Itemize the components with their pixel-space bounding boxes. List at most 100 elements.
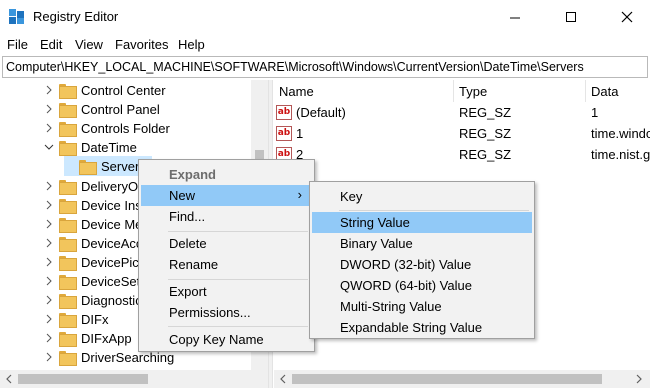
value-row[interactable]: ab 2 REG_SZ time.nist.gov xyxy=(274,145,650,165)
chevron-right-icon[interactable] xyxy=(44,238,54,248)
tree-item[interactable]: DeviceSet xyxy=(44,271,140,291)
folder-icon xyxy=(59,274,77,290)
tree-item[interactable]: Diagnostic xyxy=(44,290,142,310)
string-value-icon: ab xyxy=(276,105,292,120)
tree-item-label: DIFx xyxy=(81,311,109,327)
new-key[interactable]: Key xyxy=(312,186,532,207)
chevron-right-icon[interactable] xyxy=(44,85,54,95)
menu-bar: File Edit View Favorites Help xyxy=(0,34,650,54)
column-header-data[interactable]: Data xyxy=(586,80,650,102)
tree-item[interactable]: DevicePick xyxy=(44,252,145,272)
value-name: 1 xyxy=(296,126,304,141)
new-dword-value[interactable]: DWORD (32-bit) Value xyxy=(312,254,532,275)
scrollbar-thumb[interactable] xyxy=(292,374,602,384)
tree-item[interactable]: DIFxApp xyxy=(44,328,132,348)
menu-favorites[interactable]: Favorites xyxy=(115,37,168,52)
folder-icon xyxy=(59,293,77,309)
context-find[interactable]: Find... xyxy=(141,206,312,227)
value-type: REG_SZ xyxy=(459,105,512,120)
tree-item-label: DeviceAcc xyxy=(81,235,143,251)
tree-item[interactable]: Control Panel xyxy=(44,99,160,119)
new-multi-string-value[interactable]: Multi-String Value xyxy=(312,296,532,317)
tree-item-label: DIFxApp xyxy=(81,330,132,346)
folder-icon xyxy=(79,159,97,175)
scrollbar-thumb[interactable] xyxy=(18,374,148,384)
context-delete[interactable]: Delete xyxy=(141,233,312,254)
context-expand[interactable]: Expand xyxy=(141,164,312,185)
value-row[interactable]: ab 1 REG_SZ time.windows.com xyxy=(274,124,650,144)
folder-icon xyxy=(59,312,77,328)
address-bar[interactable]: Computer\HKEY_LOCAL_MACHINE\SOFTWARE\Mic… xyxy=(2,56,648,78)
address-path: Computer\HKEY_LOCAL_MACHINE\SOFTWARE\Mic… xyxy=(6,60,584,74)
chevron-right-icon[interactable] xyxy=(44,219,54,229)
chevron-down-icon[interactable] xyxy=(44,142,54,152)
chevron-right-icon[interactable] xyxy=(44,352,54,362)
value-name: (Default) xyxy=(296,105,346,120)
string-value-icon: ab xyxy=(276,126,292,141)
scroll-left-icon[interactable] xyxy=(4,374,14,384)
tree-item-datetime[interactable]: DateTime xyxy=(44,137,137,157)
tree-item[interactable]: Device Ins xyxy=(44,195,142,215)
chevron-right-icon[interactable] xyxy=(44,257,54,267)
chevron-right-icon[interactable] xyxy=(44,333,54,343)
tree-item-label: DeliveryO xyxy=(81,178,139,194)
chevron-right-icon[interactable] xyxy=(44,200,54,210)
context-new[interactable]: New › xyxy=(141,185,312,206)
chevron-right-icon[interactable] xyxy=(44,295,54,305)
folder-open-icon xyxy=(59,140,77,156)
folder-icon xyxy=(59,198,77,214)
value-row[interactable]: ab (Default) REG_SZ 1 xyxy=(274,103,650,123)
tree-item-label: Controls Folder xyxy=(81,120,170,136)
list-horizontal-scrollbar[interactable] xyxy=(274,370,650,388)
tree-item[interactable]: Control Center xyxy=(44,80,166,100)
tree-item-label: Device Me xyxy=(81,216,143,232)
tree-item-label: Control Center xyxy=(81,82,166,98)
menu-view[interactable]: View xyxy=(75,37,103,52)
context-rename[interactable]: Rename xyxy=(141,254,312,275)
context-copy-key-name[interactable]: Copy Key Name xyxy=(141,329,312,350)
tree-item-label: DeviceSet xyxy=(81,273,141,289)
chevron-right-icon[interactable] xyxy=(44,181,54,191)
tree-item[interactable]: DeviceAcc xyxy=(44,233,142,253)
tree-horizontal-scrollbar[interactable] xyxy=(0,370,268,388)
registry-editor-icon xyxy=(9,9,24,24)
tree-item[interactable]: Device Me xyxy=(44,214,142,234)
menu-divider xyxy=(168,231,308,232)
tree-item-label: Device Ins xyxy=(81,197,142,213)
column-header-type[interactable]: Type xyxy=(454,80,586,102)
new-qword-value[interactable]: QWORD (64-bit) Value xyxy=(312,275,532,296)
maximize-icon xyxy=(566,12,576,22)
tree-item[interactable]: Controls Folder xyxy=(44,118,170,138)
tree-item[interactable]: DeliveryO xyxy=(44,176,138,196)
scroll-right-icon[interactable] xyxy=(634,374,644,384)
chevron-right-icon[interactable] xyxy=(44,314,54,324)
value-data: time.nist.gov xyxy=(591,147,650,162)
column-header-name[interactable]: Name xyxy=(274,80,454,102)
folder-icon xyxy=(59,236,77,252)
maximize-button[interactable] xyxy=(548,0,594,34)
context-export[interactable]: Export xyxy=(141,281,312,302)
value-type: REG_SZ xyxy=(459,126,512,141)
chevron-right-icon[interactable] xyxy=(44,123,54,133)
tree-item[interactable]: DIFx xyxy=(44,309,108,329)
minimize-button[interactable] xyxy=(492,0,538,34)
chevron-right-icon[interactable] xyxy=(44,104,54,114)
menu-help[interactable]: Help xyxy=(178,37,205,52)
new-string-value[interactable]: String Value xyxy=(312,212,532,233)
chevron-right-icon[interactable] xyxy=(44,276,54,286)
new-binary-value[interactable]: Binary Value xyxy=(312,233,532,254)
menu-edit[interactable]: Edit xyxy=(40,37,62,52)
context-permissions[interactable]: Permissions... xyxy=(141,302,312,323)
menu-file[interactable]: File xyxy=(7,37,28,52)
folder-icon xyxy=(59,255,77,271)
context-menu: Expand New › Find... Delete Rename Expor… xyxy=(138,159,315,352)
submenu-arrow-icon: › xyxy=(297,187,302,202)
folder-icon xyxy=(59,121,77,137)
value-data: time.windows.com xyxy=(591,126,650,141)
scroll-left-icon[interactable] xyxy=(278,374,288,384)
new-expandable-string-value[interactable]: Expandable String Value xyxy=(312,317,532,338)
menu-divider xyxy=(168,279,308,280)
close-button[interactable] xyxy=(604,0,650,34)
folder-icon xyxy=(59,179,77,195)
value-type: REG_SZ xyxy=(459,147,512,162)
